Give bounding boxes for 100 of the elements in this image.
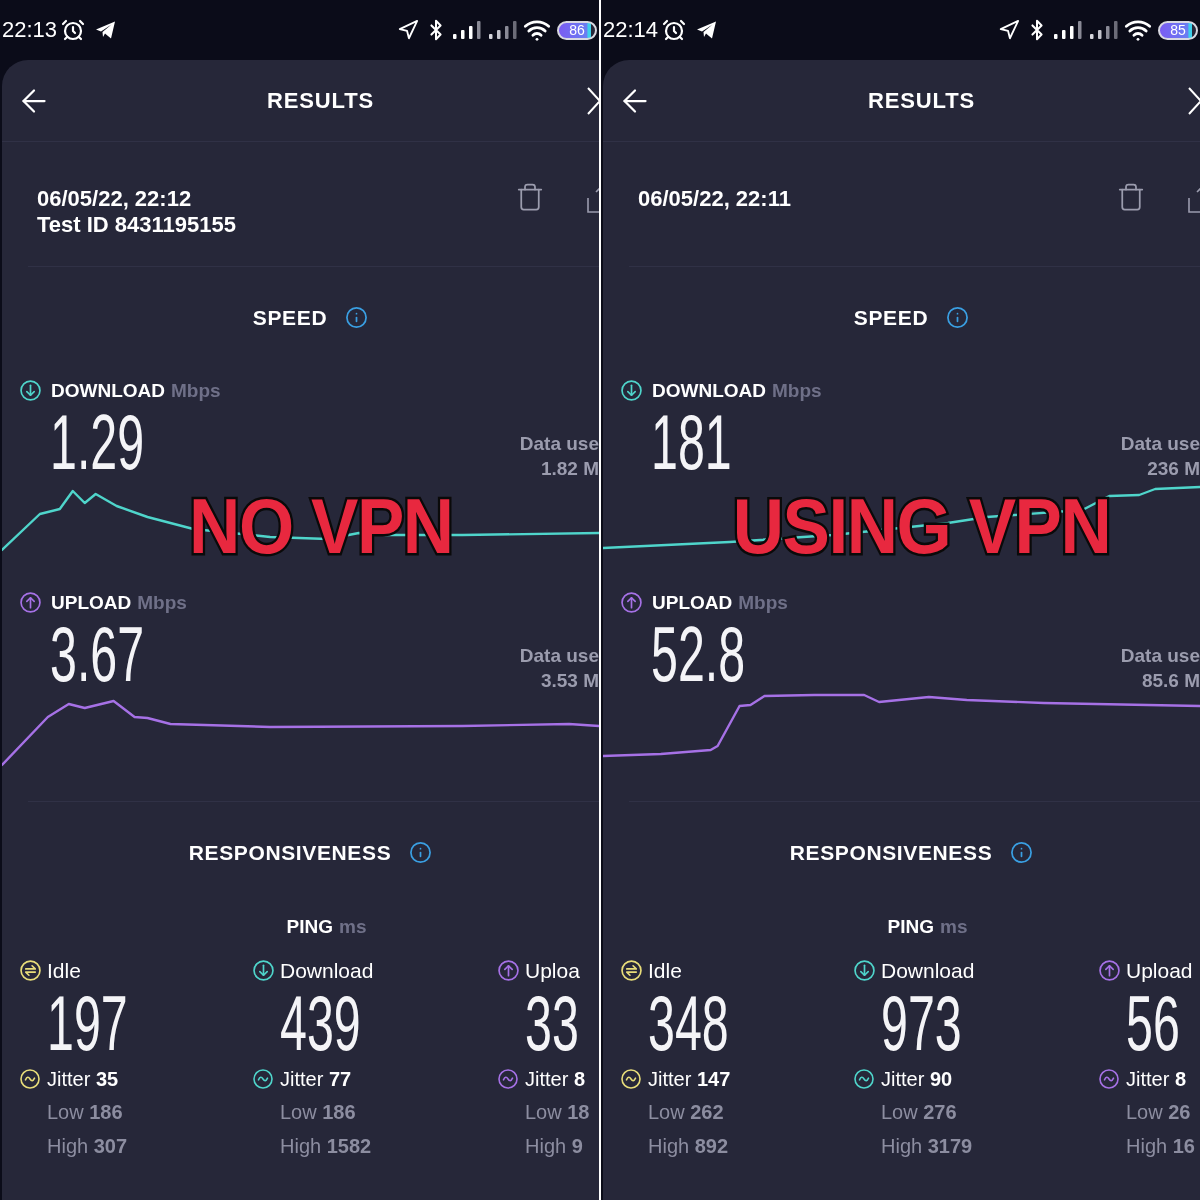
info-icon[interactable] xyxy=(345,305,369,329)
delete-icon[interactable] xyxy=(1116,182,1146,212)
circle-wave-icon xyxy=(498,1068,518,1089)
clock-time: 22:13 xyxy=(2,19,58,41)
signal-bars-icon xyxy=(1054,21,1082,39)
high-ping-text: High 1582 xyxy=(280,1135,372,1158)
low-ping-text: Low 262 xyxy=(648,1101,724,1124)
close-icon[interactable] xyxy=(1188,86,1200,115)
paper-plane-icon xyxy=(696,21,718,39)
high-ping-text: High 16 xyxy=(1126,1135,1195,1158)
data-used-value: 3.53 M xyxy=(540,669,599,693)
low-ping-text: Low 186 xyxy=(280,1101,356,1124)
screen-title: RESULTS xyxy=(867,87,976,115)
battery-indicator: 86 xyxy=(557,20,597,40)
data-used-label: Data use xyxy=(519,644,599,668)
section-title: RESPONSIVENESS xyxy=(789,841,993,863)
signal-bars-icon xyxy=(489,21,517,39)
low-ping-text: Low 276 xyxy=(881,1101,957,1124)
ping-type-label: Uploa xyxy=(525,959,580,981)
screen-title: RESULTS xyxy=(266,87,375,115)
unit-label: Mbps xyxy=(171,380,221,400)
jitter-text: Jitter 90 xyxy=(881,1068,953,1089)
info-icon[interactable] xyxy=(946,305,970,329)
signal-bars-icon xyxy=(453,21,481,39)
ping-value: 33 xyxy=(525,984,579,1062)
clock-time: 22:14 xyxy=(603,19,659,41)
signal-bars-icon xyxy=(1090,21,1118,39)
circle-arrow-down-icon xyxy=(20,379,41,401)
low-ping-text: Low 186 xyxy=(47,1101,123,1124)
battery-indicator: 85 xyxy=(1158,20,1198,40)
metric-label: DOWNLOAD xyxy=(652,380,766,400)
circle-wave-icon xyxy=(1099,1068,1119,1089)
ping-label: PING xyxy=(286,916,333,936)
test-date: 06/05/22, 22:12 xyxy=(37,186,192,212)
low-ping-text: Low 18 xyxy=(525,1101,590,1124)
section-title: SPEED xyxy=(252,306,328,328)
metric-label: DOWNLOAD xyxy=(51,380,165,400)
delete-icon[interactable] xyxy=(515,182,545,212)
data-used-value: 85.6 M xyxy=(1141,669,1200,693)
ping-type-label: Idle xyxy=(648,959,682,981)
location-arrow-icon xyxy=(397,19,419,41)
location-arrow-icon xyxy=(998,19,1020,41)
section-title: SPEED xyxy=(853,306,929,328)
data-used-label: Data use xyxy=(1120,432,1200,456)
alarm-clock-icon xyxy=(662,18,687,42)
circle-wave-icon xyxy=(621,1068,641,1089)
ping-value: 439 xyxy=(280,984,361,1062)
high-ping-text: High 892 xyxy=(648,1135,729,1158)
unit-label: ms xyxy=(940,916,968,936)
test-id: Test ID 8431195155 xyxy=(37,212,236,238)
data-used-value: 236 M xyxy=(1147,457,1200,481)
ping-value: 348 xyxy=(648,984,729,1062)
high-ping-text: High 307 xyxy=(47,1135,128,1158)
jitter-text: Jitter 77 xyxy=(280,1068,352,1089)
unit-label: Mbps xyxy=(772,380,822,400)
ping-value: 973 xyxy=(881,984,962,1062)
ping-type-label: Upload xyxy=(1126,959,1193,981)
circle-wave-icon xyxy=(854,1068,874,1089)
jitter-text: Jitter 8 xyxy=(1126,1068,1187,1089)
circle-arrow-down-icon xyxy=(621,379,642,401)
info-icon[interactable] xyxy=(409,840,433,864)
speed-value: 1.29 xyxy=(50,403,145,481)
data-used-value: 1.82 M xyxy=(540,457,599,481)
alarm-clock-icon xyxy=(61,18,86,42)
ping-type-label: Download xyxy=(881,959,975,981)
data-used-label: Data use xyxy=(519,432,599,456)
info-icon[interactable] xyxy=(1010,840,1034,864)
ping-type-label: Idle xyxy=(47,959,81,981)
circle-arrow-down-icon xyxy=(854,959,875,981)
unit-label: Mbps xyxy=(738,592,788,612)
jitter-text: Jitter 147 xyxy=(648,1068,731,1089)
circle-arrow-down-icon xyxy=(253,959,274,981)
circle-wave-icon xyxy=(253,1068,273,1089)
circle-arrow-up-icon xyxy=(20,591,41,613)
circle-arrow-up-icon xyxy=(498,959,519,981)
high-ping-text: High 9 xyxy=(525,1135,583,1158)
jitter-text: Jitter 35 xyxy=(47,1068,119,1089)
circle-swap-arrows-icon xyxy=(621,959,642,981)
metric-label: UPLOAD xyxy=(51,592,132,612)
close-icon[interactable] xyxy=(587,86,599,115)
ping-type-label: Download xyxy=(280,959,374,981)
ping-value: 197 xyxy=(47,984,128,1062)
circle-arrow-up-icon xyxy=(621,591,642,613)
data-used-label: Data use xyxy=(1120,644,1200,668)
circle-arrow-up-icon xyxy=(1099,959,1120,981)
metric-label: UPLOAD xyxy=(652,592,733,612)
speed-value: 52.8 xyxy=(651,615,746,693)
ping-value: 56 xyxy=(1126,984,1180,1062)
ping-label: PING xyxy=(887,916,934,936)
circle-wave-icon xyxy=(20,1068,40,1089)
circle-swap-arrows-icon xyxy=(20,959,41,981)
high-ping-text: High 3179 xyxy=(881,1135,973,1158)
unit-label: Mbps xyxy=(137,592,187,612)
low-ping-text: Low 26 xyxy=(1126,1101,1191,1124)
unit-label: ms xyxy=(339,916,367,936)
test-date: 06/05/22, 22:11 xyxy=(638,186,791,212)
speed-value: 181 xyxy=(651,403,732,481)
paper-plane-icon xyxy=(95,21,117,39)
section-title: RESPONSIVENESS xyxy=(188,841,392,863)
speed-value: 3.67 xyxy=(50,615,145,693)
